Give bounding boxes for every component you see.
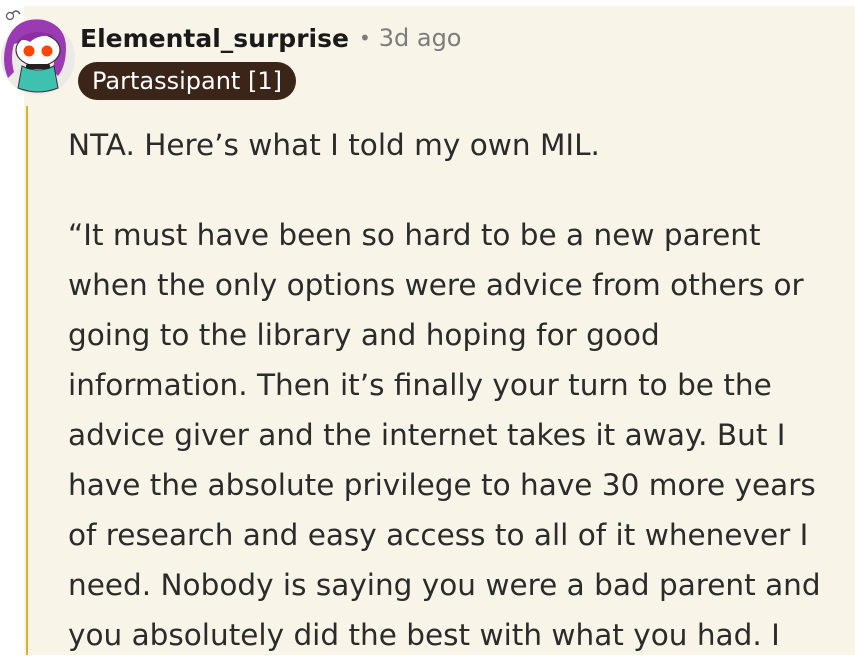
- comment-line: going to the library and hoping for good: [68, 318, 660, 352]
- comment-line: advice giver and the internet takes it a…: [68, 418, 786, 452]
- comment-line: NTA. Here’s what I told my own MIL.: [68, 128, 600, 162]
- comment-body: NTA. Here’s what I told my own MIL. “It …: [68, 120, 853, 660]
- comment-line: “It must have been so hard to be a new p…: [68, 218, 761, 252]
- thread-line[interactable]: [26, 106, 28, 655]
- user-flair-badge: Partassipant [1]: [78, 62, 296, 100]
- comment-header: Elemental_surprise • 3d ago: [80, 18, 462, 58]
- comment-line: need. Nobody is saying you were a bad pa…: [68, 568, 821, 602]
- username-link[interactable]: Elemental_surprise: [80, 24, 349, 53]
- comment-panel: Elemental_surprise • 3d ago Partassipant…: [0, 0, 855, 655]
- meta-separator: •: [358, 26, 371, 50]
- snoo-avatar-icon[interactable]: [0, 8, 80, 96]
- comment-line: information. Then it’s finally your turn…: [68, 368, 772, 402]
- comment-line: you absolutely did the best with what yo…: [68, 618, 780, 652]
- comment-line: when the only options were advice from o…: [68, 268, 804, 302]
- timestamp-link[interactable]: 3d ago: [379, 24, 462, 52]
- comment-line: have the absolute privilege to have 30 m…: [68, 468, 816, 502]
- comment-line: of research and easy access to all of it…: [68, 518, 809, 552]
